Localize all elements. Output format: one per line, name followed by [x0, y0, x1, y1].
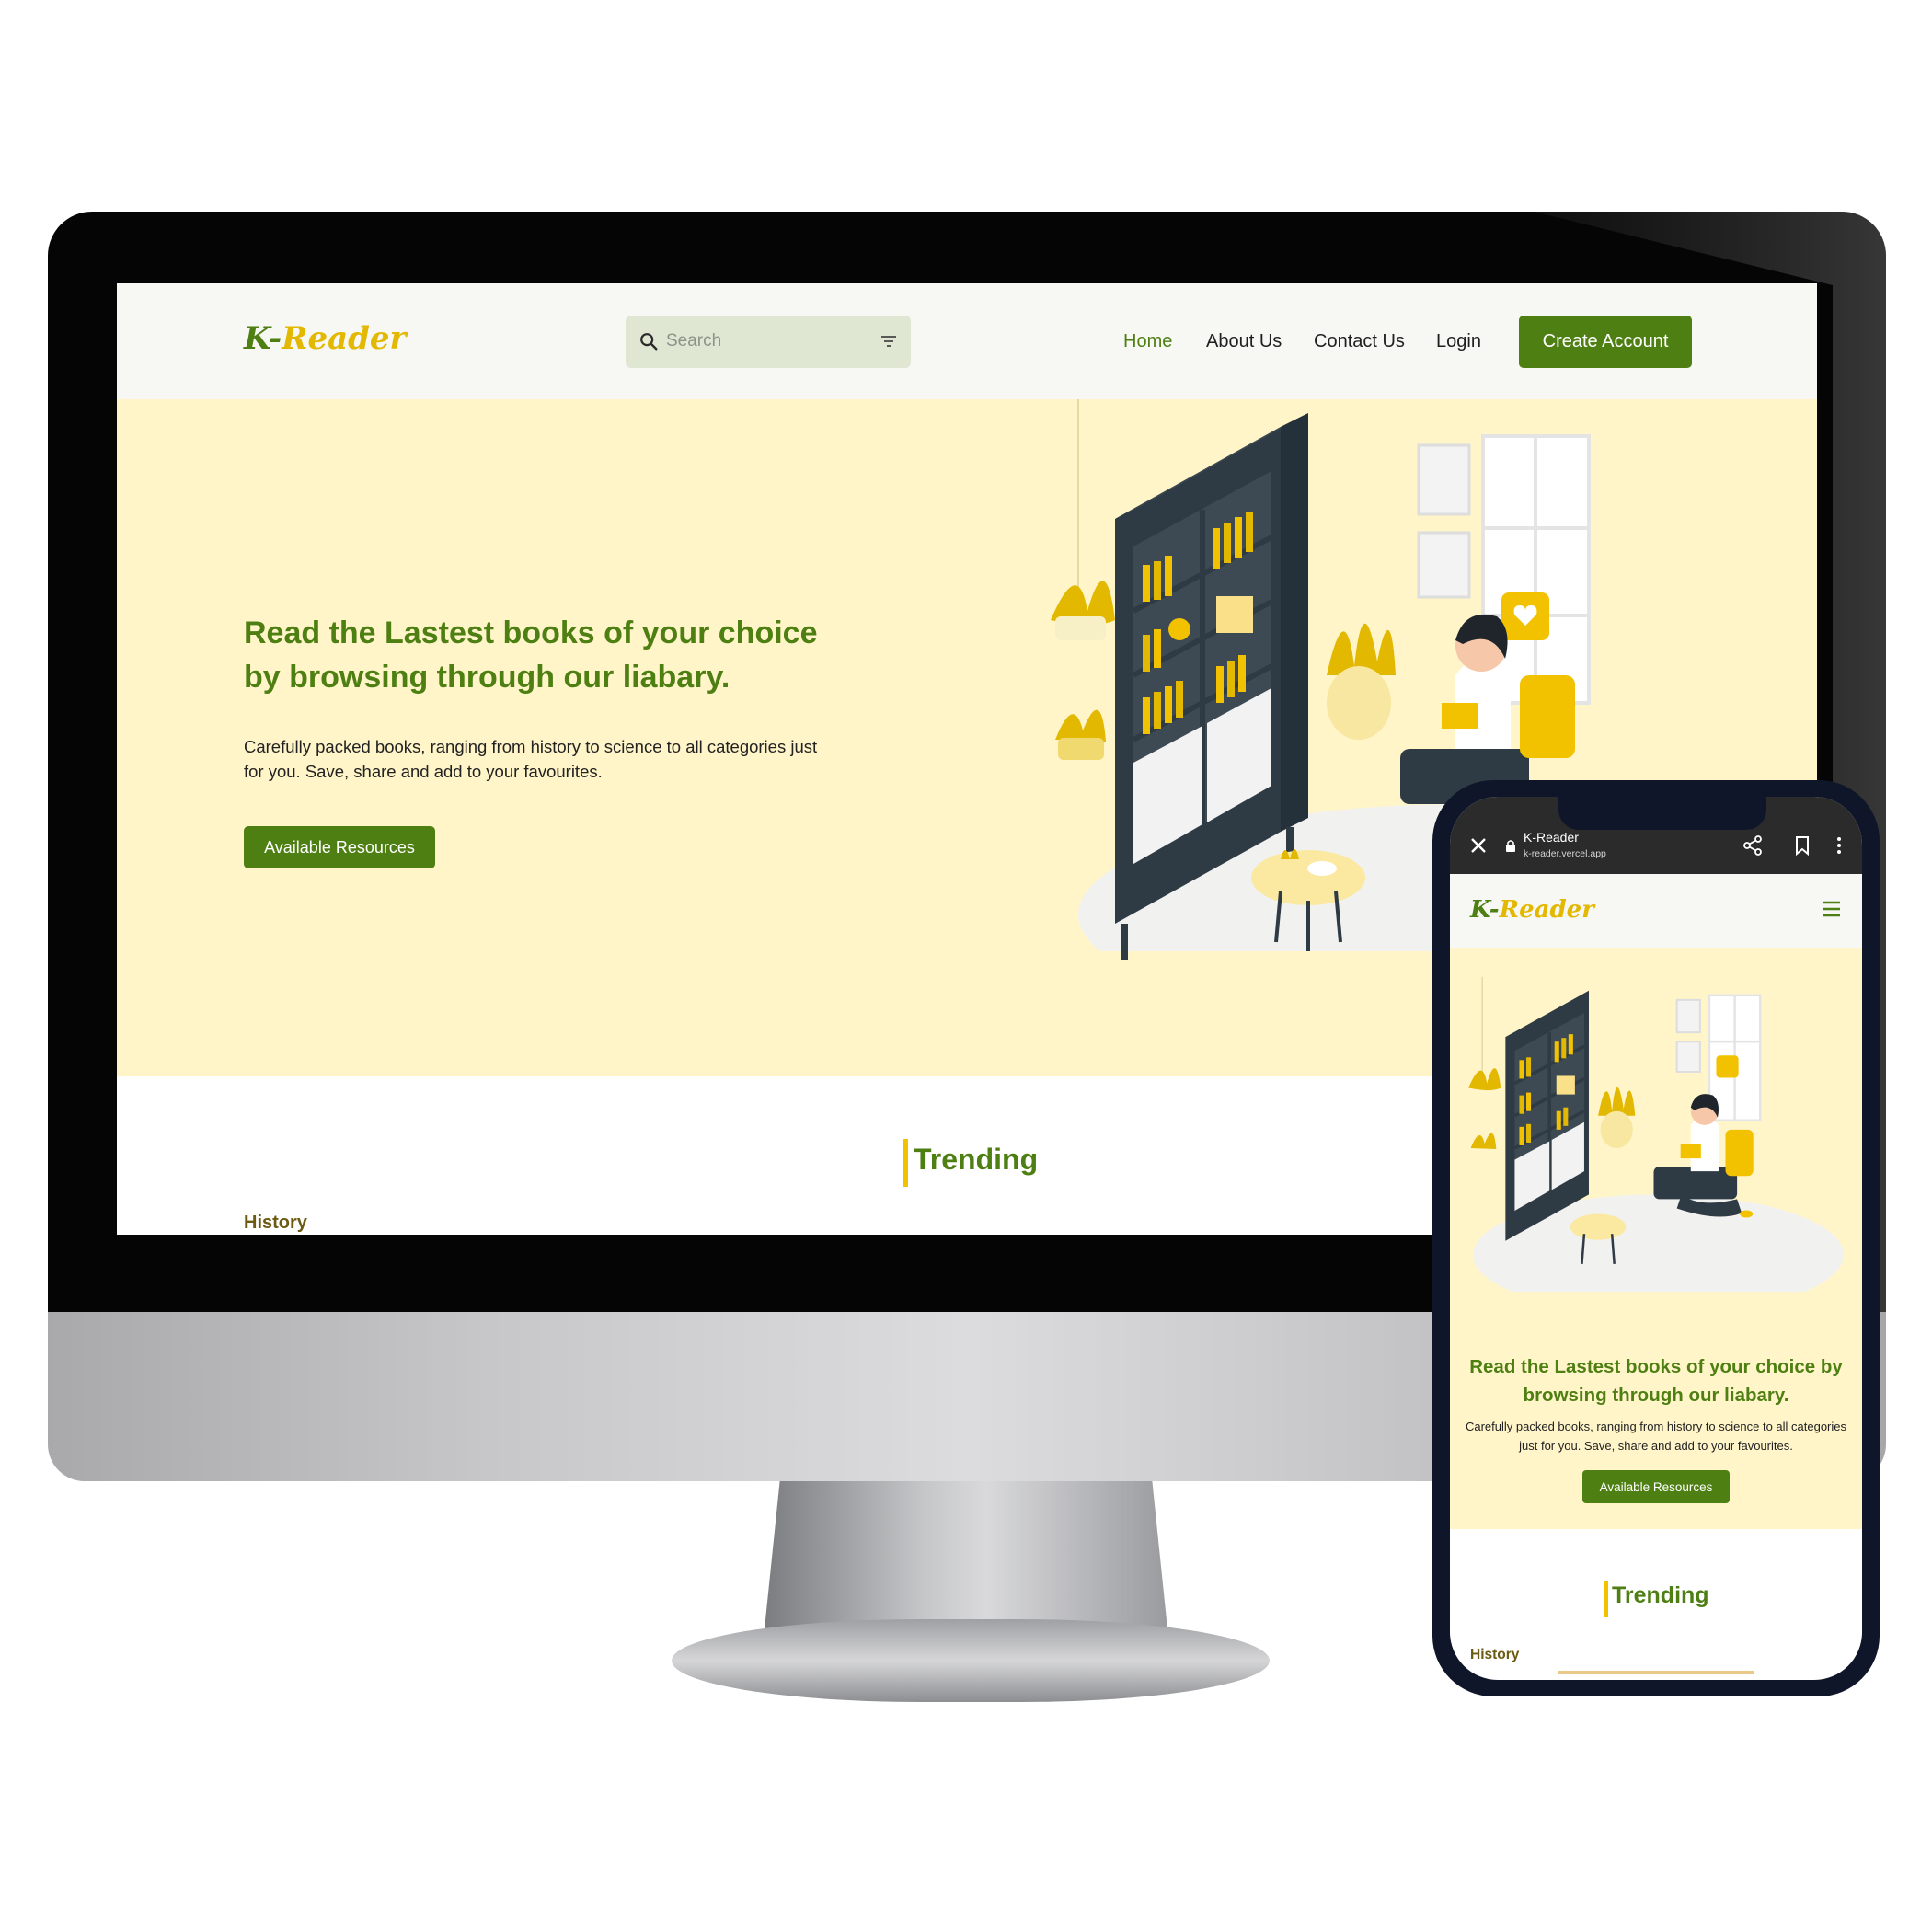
- share-icon[interactable]: [1742, 835, 1763, 856]
- phone-screen: K-Reader k-reader.vercel.app K-Reader Re…: [1450, 797, 1862, 1680]
- trending-heading: Trending: [1612, 1582, 1709, 1608]
- desktop-search-box[interactable]: [626, 316, 911, 368]
- nav-home-link[interactable]: Home: [1123, 331, 1172, 352]
- trending-heading: Trending: [914, 1143, 1039, 1176]
- desktop-header: K-Reader Home About Us Contact Us Login …: [117, 283, 1817, 399]
- hero-illustration: [1459, 976, 1853, 1320]
- hero-description: Carefully packed books, ranging from his…: [1465, 1420, 1847, 1453]
- logo-k: K-: [244, 320, 282, 357]
- history-category-label: History: [1470, 1647, 1520, 1662]
- create-account-button[interactable]: Create Account: [1519, 316, 1692, 368]
- lock-icon: [1506, 840, 1515, 852]
- filter-icon[interactable]: [880, 332, 898, 351]
- history-card-edge: [1558, 1671, 1754, 1674]
- bookmark-icon[interactable]: [1794, 835, 1811, 856]
- monitor-stand-neck: [764, 1481, 1168, 1638]
- hero-title: Read the Lastest books of your choice by…: [1469, 1356, 1843, 1406]
- mobile-logo[interactable]: K-Reader: [1470, 896, 1594, 924]
- available-resources-button[interactable]: Available Resources: [1582, 1470, 1730, 1503]
- mobile-hero-section: Read the Lastest books of your choice by…: [1450, 948, 1862, 1529]
- nav-about-link[interactable]: About Us: [1206, 331, 1282, 352]
- available-resources-button[interactable]: Available Resources: [244, 826, 435, 868]
- logo-reader: Reader: [282, 320, 407, 357]
- phone-notch: [1558, 797, 1766, 830]
- desktop-logo[interactable]: K-Reader: [244, 320, 406, 357]
- trending-accent-bar: [1604, 1581, 1608, 1617]
- search-icon: [640, 333, 658, 351]
- logo-reader: Reader: [1499, 896, 1594, 924]
- browser-page-title: K-Reader: [1524, 830, 1579, 845]
- nav-login-link[interactable]: Login: [1436, 331, 1481, 352]
- close-icon[interactable]: [1468, 835, 1489, 856]
- browser-url[interactable]: k-reader.vercel.app: [1524, 848, 1606, 859]
- nav-contact-link[interactable]: Contact Us: [1314, 331, 1405, 352]
- hero-description: Carefully packed books, ranging from his…: [244, 737, 818, 781]
- hamburger-menu-icon[interactable]: [1822, 900, 1842, 918]
- hero-title: Read the Lastest books of your choice by…: [244, 615, 818, 695]
- mobile-header: K-Reader: [1450, 874, 1862, 948]
- monitor-stand-base: [672, 1619, 1270, 1702]
- history-category-label: History: [244, 1213, 307, 1233]
- logo-k: K-: [1470, 896, 1500, 924]
- more-vertical-icon[interactable]: [1834, 835, 1844, 856]
- trending-accent-bar: [903, 1139, 908, 1187]
- search-input[interactable]: [666, 328, 868, 355]
